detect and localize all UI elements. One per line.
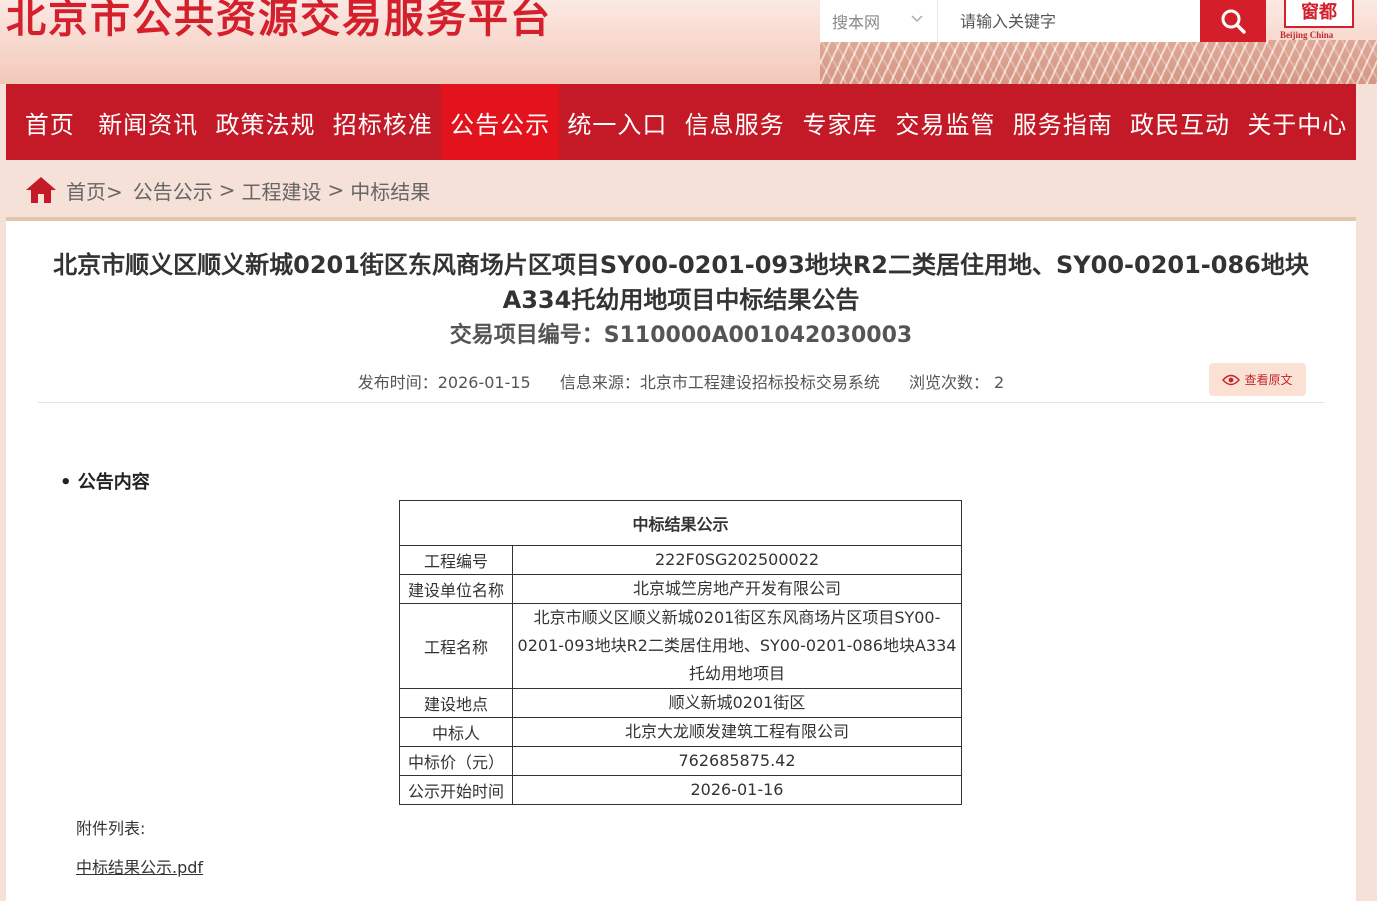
view-count: 浏览次数： 2 bbox=[908, 373, 1005, 392]
table-cell-value: 北京大龙顺发建筑工程有限公司 bbox=[512, 717, 962, 747]
table-row: 建设地点 顺义新城0201街区 bbox=[399, 688, 962, 718]
eye-icon bbox=[1222, 374, 1241, 385]
nav-item-4[interactable]: 公告公示 bbox=[441, 84, 559, 160]
search-scope-label: 搜本网 bbox=[832, 13, 881, 32]
table-cell-value: 顺义新城0201街区 bbox=[512, 688, 962, 718]
publish-time: 发布时间：2026-01-15 bbox=[357, 373, 531, 392]
breadcrumb-home[interactable]: 首页> bbox=[66, 176, 123, 205]
site-logo[interactable]: 窗都 Beijing China bbox=[1276, 0, 1360, 44]
attachments-label: 附件列表: bbox=[76, 819, 146, 838]
section-title: • 公告内容 bbox=[60, 472, 150, 493]
search-button[interactable] bbox=[1200, 0, 1266, 42]
table-cell-value: 2026-01-16 bbox=[512, 775, 962, 805]
search-icon bbox=[1221, 9, 1246, 34]
table-caption: 中标结果公示 bbox=[399, 500, 962, 546]
table-cell-value: 北京城竺房地产开发有限公司 bbox=[512, 574, 962, 604]
nav-item-5[interactable]: 统一入口 bbox=[559, 84, 676, 160]
nav-item-8[interactable]: 交易监管 bbox=[887, 84, 1004, 160]
logo-seal: 窗都 bbox=[1284, 0, 1354, 28]
logo-subtitle: Beijing China bbox=[1280, 30, 1334, 40]
nav-item-2[interactable]: 政策法规 bbox=[207, 84, 324, 160]
chevron-down-icon bbox=[911, 15, 923, 23]
table-cell-key: 工程编号 bbox=[399, 545, 513, 575]
nav-item-6[interactable]: 信息服务 bbox=[676, 84, 793, 160]
breadcrumb-item-construction[interactable]: 工程建设 bbox=[242, 176, 322, 205]
site-title[interactable]: 北京市公共资源交易服务平台 bbox=[6, 0, 552, 44]
view-original-button[interactable]: 查看原文 bbox=[1209, 363, 1306, 396]
main-nav: 首页 新闻资讯 政策法规 招标核准 公告公示 统一入口 信息服务 专家库 交易监管 服务指南 政民互… bbox=[6, 84, 1356, 160]
attachment-link[interactable]: 中标结果公示.pdf bbox=[76, 854, 203, 878]
article-title: 北京市顺义区顺义新城0201街区东风商场片区项目SY00-0201-093地块R… bbox=[53, 251, 1309, 314]
breadcrumb: 首页> 公告公示 > 工程建设 > 中标结果 bbox=[24, 172, 430, 208]
nav-item-7[interactable]: 专家库 bbox=[793, 84, 886, 160]
table-row: 工程编号 222F0SG202500022 bbox=[399, 545, 962, 575]
table-row: 建设单位名称 北京城竺房地产开发有限公司 bbox=[399, 574, 962, 604]
table-row: 工程名称 北京市顺义区顺义新城0201街区东风商场片区项目SY00-0201-09… bbox=[399, 603, 962, 689]
nav-item-10[interactable]: 政民互动 bbox=[1121, 84, 1238, 160]
article-card: 北京市顺义区顺义新城0201街区东风商场片区项目SY00-0201-093地块R… bbox=[6, 217, 1356, 901]
table-cell-key: 中标人 bbox=[399, 717, 513, 747]
table-row: 中标价（元） 762685875.42 bbox=[399, 746, 962, 776]
site-header: 北京市公共资源交易服务平台 搜本网 窗都 Beijing China bbox=[0, 0, 1377, 84]
view-original-label: 查看原文 bbox=[1244, 373, 1293, 387]
nav-item-0[interactable]: 首页 bbox=[10, 84, 90, 160]
table-cell-value: 762685875.42 bbox=[512, 746, 962, 776]
breadcrumb-item-bid-result[interactable]: 中标结果 bbox=[350, 176, 430, 205]
table-cell-key: 建设地点 bbox=[399, 688, 513, 718]
search-input[interactable] bbox=[938, 0, 1200, 42]
table-row: 中标人 北京大龙顺发建筑工程有限公司 bbox=[399, 717, 962, 747]
header-banner-image bbox=[820, 40, 1377, 84]
result-table: 中标结果公示 工程编号 222F0SG202500022 建设单位名称 北京城竺房地产… bbox=[399, 500, 962, 805]
table-cell-key: 建设单位名称 bbox=[399, 574, 513, 604]
breadcrumb-separator: > bbox=[218, 178, 236, 202]
nav-item-3[interactable]: 招标核准 bbox=[324, 84, 441, 160]
nav-item-9[interactable]: 服务指南 bbox=[1004, 84, 1121, 160]
table-cell-value: 222F0SG202500022 bbox=[512, 545, 962, 575]
table-row: 公示开始时间 2026-01-16 bbox=[399, 775, 962, 805]
table-cell-key: 公示开始时间 bbox=[399, 775, 513, 805]
info-source: 信息来源：北京市工程建设招标投标交易系统 bbox=[559, 373, 880, 392]
table-cell-value: 北京市顺义区顺义新城0201街区东风商场片区项目SY00-0201-093地块R… bbox=[512, 603, 962, 689]
nav-item-1[interactable]: 新闻资讯 bbox=[90, 84, 207, 160]
nav-item-11[interactable]: 关于中心 bbox=[1239, 84, 1356, 160]
project-number: 交易项目编号：S110000A001042030003 bbox=[449, 323, 913, 348]
breadcrumb-item-announcements[interactable]: 公告公示 bbox=[133, 176, 213, 205]
home-icon[interactable] bbox=[24, 175, 58, 205]
table-cell-key: 中标价（元） bbox=[399, 746, 513, 776]
search-scope-select[interactable]: 搜本网 bbox=[820, 0, 938, 42]
article-meta: 发布时间：2026-01-15 信息来源：北京市工程建设招标投标交易系统 浏览次… bbox=[6, 369, 1356, 393]
breadcrumb-separator: > bbox=[327, 178, 345, 202]
divider bbox=[38, 402, 1324, 403]
table-cell-key: 工程名称 bbox=[399, 603, 513, 689]
